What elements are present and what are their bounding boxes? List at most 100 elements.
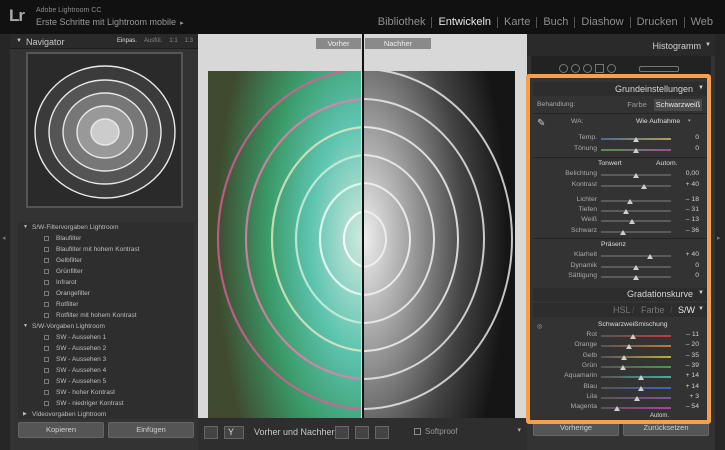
- slider-value[interactable]: – 13: [669, 216, 699, 223]
- slider-thumb[interactable]: [633, 137, 639, 142]
- slider-value[interactable]: – 31: [669, 206, 699, 213]
- preset-item[interactable]: Gelbfilter: [18, 255, 194, 266]
- preset-item[interactable]: SW - Aussehen 2: [18, 343, 194, 354]
- module-buch[interactable]: Buch: [536, 17, 574, 28]
- slider-value[interactable]: + 14: [669, 372, 699, 379]
- before-image[interactable]: [208, 71, 361, 418]
- zoom-fill[interactable]: Ausfül.: [144, 38, 162, 44]
- preset-item[interactable]: Blaufilter mit hohem Kontrast: [18, 244, 194, 255]
- red-eye-icon[interactable]: [583, 64, 592, 73]
- copy-before-to-after-button[interactable]: [335, 426, 349, 439]
- slider-value[interactable]: + 14: [669, 383, 699, 390]
- preset-item[interactable]: SW - Aussehen 5: [18, 376, 194, 387]
- preset-item[interactable]: Grünfilter: [18, 266, 194, 277]
- slider-track[interactable]: [601, 231, 671, 233]
- slider-value[interactable]: – 20: [669, 341, 699, 348]
- slider-thumb[interactable]: [633, 173, 639, 178]
- slider-value[interactable]: + 3: [669, 393, 699, 400]
- preset-item[interactable]: SW - Aussehen 4: [18, 365, 194, 376]
- module-diashow[interactable]: Diashow: [574, 17, 629, 28]
- slider-thumb[interactable]: [634, 395, 641, 401]
- preset-folder[interactable]: ▼ S/W-Filtervorgaben Lightroom: [18, 222, 194, 233]
- slider-value[interactable]: 0,00: [669, 170, 699, 177]
- slider-value[interactable]: + 40: [669, 181, 699, 188]
- slider-track[interactable]: [601, 407, 671, 410]
- histogram-header[interactable]: Histogramm ▼: [527, 34, 715, 56]
- slider-value[interactable]: 0: [669, 145, 699, 152]
- slider-thumb[interactable]: [629, 334, 636, 339]
- softproof-toggle[interactable]: Softproof: [414, 427, 457, 436]
- slider-track[interactable]: [601, 355, 671, 358]
- preset-item[interactable]: Rotfilter mit hohem Kontrast: [18, 310, 194, 321]
- slider-value[interactable]: – 54: [669, 403, 699, 410]
- slider-track[interactable]: [601, 345, 671, 348]
- loupe-view-button[interactable]: [204, 426, 218, 439]
- targeted-adjust-icon[interactable]: ◎: [537, 323, 542, 330]
- bw-auto-button[interactable]: Autom.: [650, 413, 669, 419]
- slider-thumb[interactable]: [633, 275, 639, 280]
- slider-thumb[interactable]: [614, 406, 621, 412]
- module-karte[interactable]: Karte: [497, 17, 536, 28]
- slider-thumb[interactable]: [620, 230, 627, 235]
- preset-item[interactable]: SW - niedriger Kontrast: [18, 398, 194, 409]
- wb-select[interactable]: Wie Aufnahme: [636, 118, 680, 125]
- slider-track[interactable]: [601, 365, 671, 368]
- brush-tool-icon[interactable]: [639, 66, 679, 72]
- basic-panel-header[interactable]: Grundeinstellungen ▼: [533, 82, 707, 96]
- preset-item[interactable]: SW - Aussehen 3: [18, 354, 194, 365]
- module-drucken[interactable]: Drucken: [629, 17, 684, 28]
- slider-value[interactable]: – 39: [669, 362, 699, 369]
- right-panel-edge[interactable]: ▸: [715, 34, 725, 450]
- slider-thumb[interactable]: [621, 354, 628, 360]
- module-web[interactable]: Web: [683, 17, 719, 28]
- tab-bw[interactable]: S/W: [678, 305, 695, 315]
- zoom-fit[interactable]: Einpas.: [117, 38, 137, 44]
- slider-thumb[interactable]: [633, 148, 639, 153]
- module-entwickeln[interactable]: Entwickeln: [431, 17, 497, 28]
- wb-eyedropper-icon[interactable]: ✎: [537, 118, 545, 129]
- preset-item[interactable]: Orangefilter: [18, 288, 194, 299]
- preset-item[interactable]: SW - Aussehen 1: [18, 332, 194, 343]
- preset-item[interactable]: Infrarot: [18, 277, 194, 288]
- slider-value[interactable]: – 35: [669, 352, 699, 359]
- slider-thumb[interactable]: [626, 199, 633, 204]
- module-bibliothek[interactable]: Bibliothek: [372, 17, 432, 28]
- slider-thumb[interactable]: [647, 254, 653, 259]
- treatment-bw-option[interactable]: Schwarzweiß: [654, 99, 702, 111]
- crop-tool-icon[interactable]: [559, 64, 568, 73]
- swap-before-after-button[interactable]: [375, 426, 389, 439]
- previous-button[interactable]: Vorherige: [533, 420, 619, 436]
- slider-thumb[interactable]: [619, 364, 626, 370]
- preset-item[interactable]: Blaufilter: [18, 233, 194, 244]
- preset-item[interactable]: SW - hoher Kontrast: [18, 387, 194, 398]
- tone-auto-button[interactable]: Autom.: [656, 160, 678, 167]
- navigator-preview[interactable]: [26, 52, 183, 208]
- slider-value[interactable]: 0: [669, 134, 699, 141]
- slider-value[interactable]: + 40: [669, 251, 699, 258]
- slider-track[interactable]: [601, 376, 671, 379]
- slider-thumb[interactable]: [622, 209, 629, 214]
- preset-folder[interactable]: ▼ S/W-Vorgaben Lightroom: [18, 321, 194, 332]
- slider-value[interactable]: 0: [669, 262, 699, 269]
- slider-value[interactable]: – 36: [669, 227, 699, 234]
- zoom-1-3[interactable]: 1:3: [185, 38, 193, 44]
- catalog-title[interactable]: Erste Schritte mit Lightroom mobile ▸: [36, 17, 184, 27]
- slider-track[interactable]: [601, 220, 671, 222]
- left-panel-edge[interactable]: ◂: [0, 34, 10, 450]
- treatment-color-option[interactable]: Farbe: [624, 99, 650, 111]
- navigator-header[interactable]: ▼ Navigator Einpas. Ausfül. 1:1 1:3: [10, 34, 198, 49]
- tab-color[interactable]: Farbe: [641, 305, 665, 315]
- toolbar-menu-icon[interactable]: ▾: [517, 426, 521, 434]
- copy-after-to-before-button[interactable]: [355, 426, 369, 439]
- spot-removal-icon[interactable]: [571, 64, 580, 73]
- copy-button[interactable]: Kopieren: [18, 422, 104, 438]
- slider-track[interactable]: [601, 386, 671, 389]
- radial-filter-icon[interactable]: [607, 64, 616, 73]
- slider-thumb[interactable]: [626, 344, 632, 350]
- slider-track[interactable]: [601, 210, 671, 212]
- slider-value[interactable]: 0: [669, 272, 699, 279]
- slider-track[interactable]: [601, 185, 671, 187]
- preset-item[interactable]: Rotfilter: [18, 299, 194, 310]
- preset-folder[interactable]: ▶ Videovorgaben Lightroom: [18, 409, 194, 420]
- slider-value[interactable]: – 11: [669, 331, 699, 338]
